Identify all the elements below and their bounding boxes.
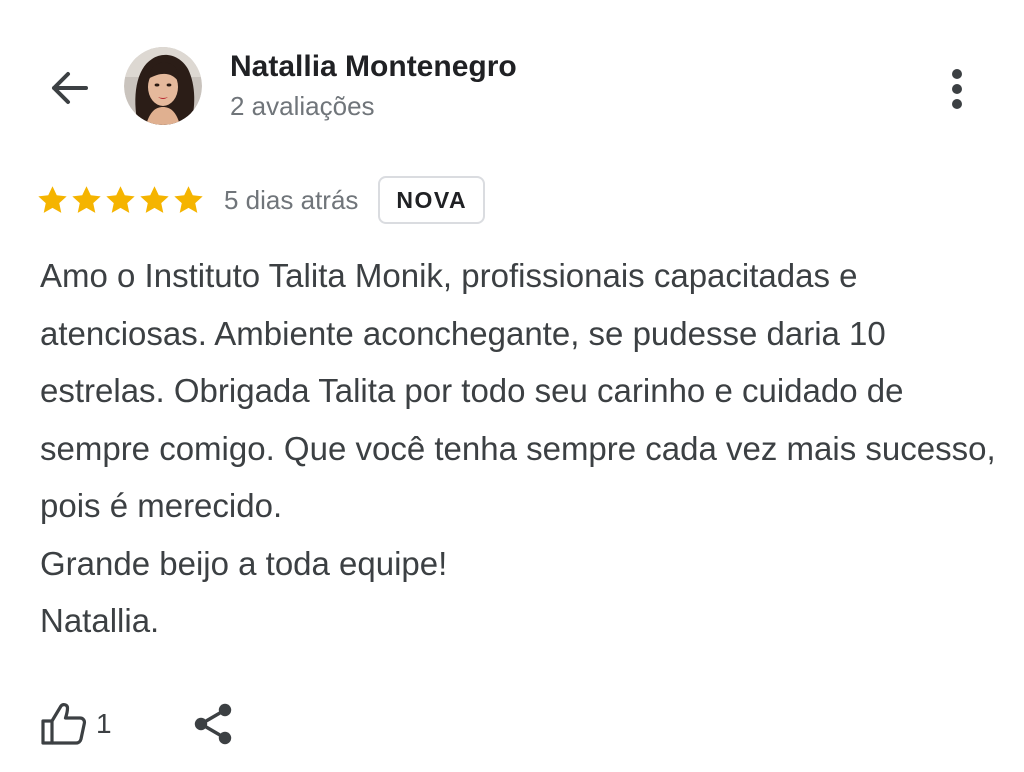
star-icon xyxy=(106,185,135,213)
review-date: 5 dias atrás xyxy=(224,184,359,215)
review-paragraph: Grande beijo a toda equipe! xyxy=(40,544,448,582)
share-button[interactable] xyxy=(192,702,234,746)
author-name[interactable]: Natallia Montenegro xyxy=(230,50,517,84)
profile-photo xyxy=(124,47,202,125)
arrow-left-icon xyxy=(52,72,88,104)
star-icon xyxy=(38,185,67,213)
share-icon xyxy=(194,703,231,745)
review-actions: 1 xyxy=(40,694,234,754)
review-paragraph: Natallia. xyxy=(40,602,160,639)
more-vert-icon xyxy=(952,69,962,109)
review-header: Natallia Montenegro 2 avaliações xyxy=(0,0,1024,150)
star-icon xyxy=(174,185,203,213)
star-rating xyxy=(36,184,205,217)
rating-row: 5 dias atrás NOVA xyxy=(36,174,486,226)
back-button[interactable] xyxy=(40,60,96,116)
star-icon xyxy=(72,185,101,213)
like-button[interactable]: 1 xyxy=(40,702,112,746)
thumbs-up-icon xyxy=(41,703,87,745)
more-options-button[interactable] xyxy=(932,62,982,116)
like-count: 1 xyxy=(96,708,112,739)
new-badge: NOVA xyxy=(378,176,486,224)
review-text: Amo o Instituto Talita Monik, profission… xyxy=(40,247,1000,650)
review-count: 2 avaliações xyxy=(230,91,375,121)
review-paragraph: Amo o Instituto Talita Monik, profission… xyxy=(40,257,996,524)
star-icon xyxy=(140,185,169,213)
avatar[interactable] xyxy=(124,47,202,125)
